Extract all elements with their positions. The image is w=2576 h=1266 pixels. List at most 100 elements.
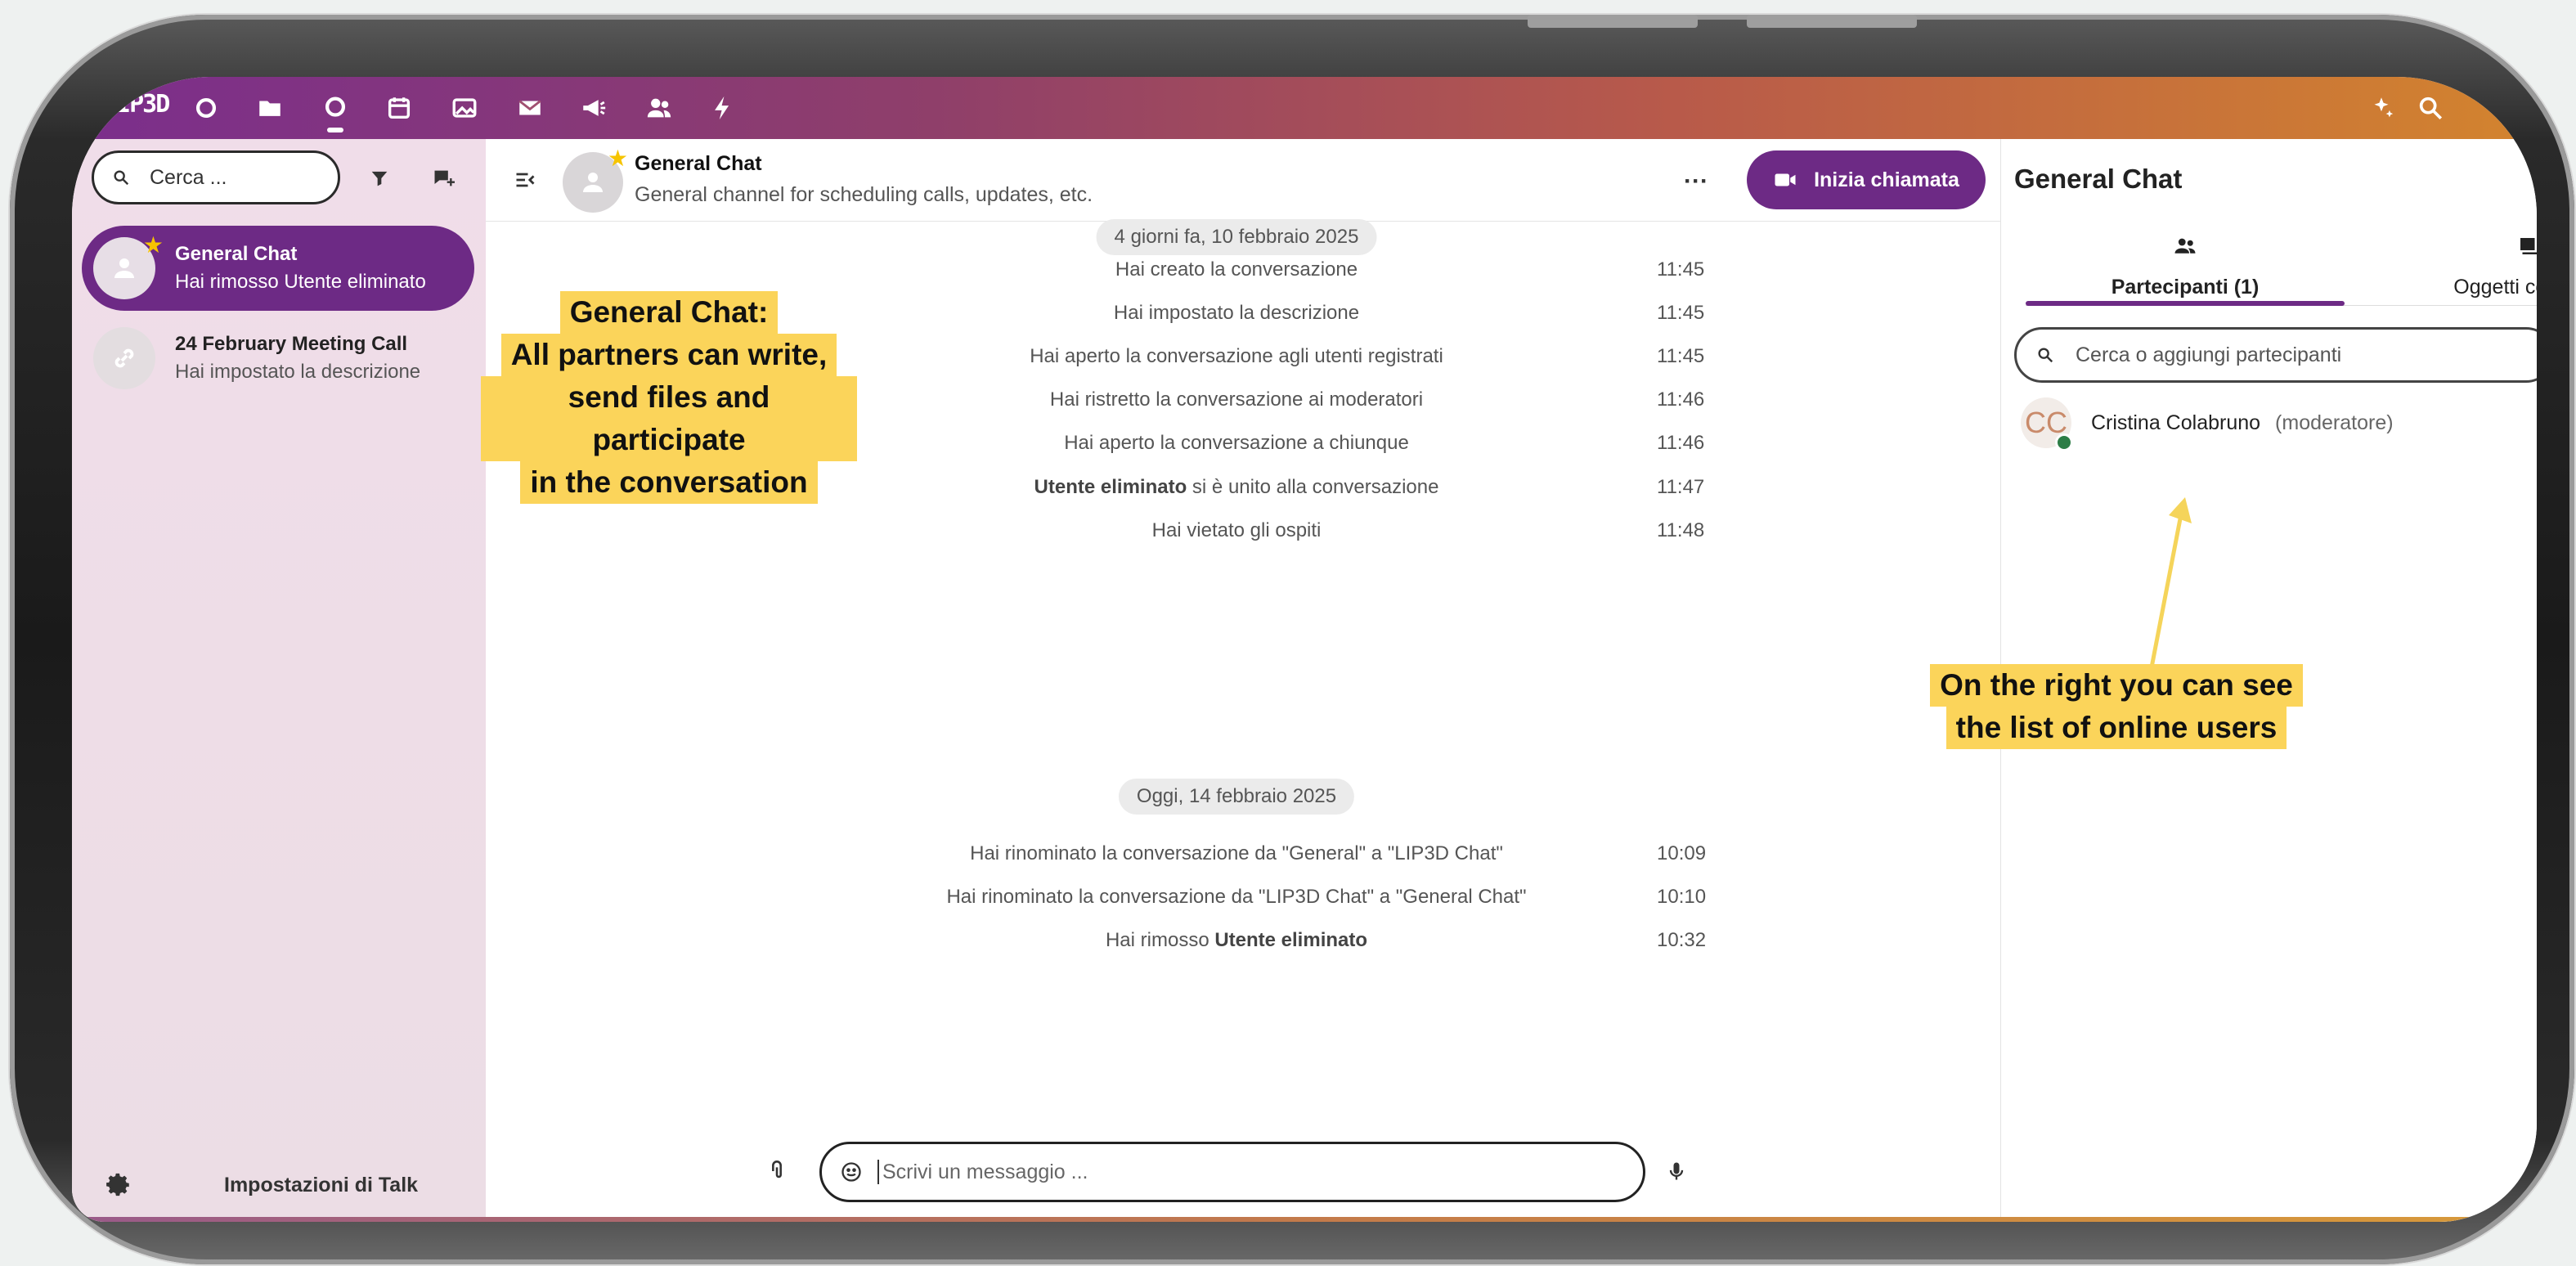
message-timestamp: 11:46 <box>1657 388 1705 411</box>
message-timestamp: 11:45 <box>1657 302 1705 324</box>
group-avatar: ★ <box>93 234 164 299</box>
system-message: Utente eliminato si è unito alla convers… <box>1034 476 1439 499</box>
avatar: CC <box>2021 397 2073 451</box>
system-message: Hai rinominato la conversazione da "Gene… <box>970 842 1503 865</box>
annotation-general-chat: General Chat: All partners can write, se… <box>481 291 857 504</box>
participant-search-input[interactable]: Cerca o aggiungi partecipanti <box>2014 327 2537 383</box>
system-message: Hai aperto la conversazione a chiunque <box>1064 432 1409 455</box>
conversation-search-input[interactable]: Cerca ... <box>92 150 340 204</box>
conversation-description: General channel for scheduling calls, up… <box>635 183 1093 206</box>
video-camera-icon <box>1775 173 1796 186</box>
files-icon[interactable] <box>249 87 291 129</box>
conversation-title: General Chat <box>635 152 762 175</box>
favorite-star-icon: ★ <box>142 232 164 258</box>
tab-participants-label: Partecipanti (1) <box>2111 276 2260 299</box>
participant-search-placeholder: Cerca o aggiungi partecipanti <box>2076 343 2342 366</box>
message-timestamp: 10:10 <box>1657 886 1707 908</box>
system-message: Hai rimosso Utente eliminato <box>1106 929 1367 952</box>
conversation-sidebar: Cerca ... ★ General Chat Hai rimosso Ute… <box>72 139 486 1222</box>
message-timestamp: 11:45 <box>1657 258 1705 281</box>
conversation-item-general-chat[interactable]: ★ General Chat Hai rimosso Utente elimin… <box>82 226 474 311</box>
message-text: Hai rinominato la conversazione da "Gene… <box>970 842 1503 864</box>
search-placeholder: Cerca ... <box>150 165 227 189</box>
microphone-icon[interactable] <box>1655 1150 1698 1192</box>
gear-icon <box>106 1173 129 1196</box>
message-timestamp: 11:46 <box>1657 432 1705 454</box>
system-message: Hai impostato la descrizione <box>1114 302 1359 325</box>
photos-icon[interactable] <box>443 87 486 129</box>
talk-settings-label: Impostazioni di Talk <box>224 1173 419 1196</box>
device-button <box>1747 15 1917 28</box>
message-timestamp: 11:47 <box>1657 476 1705 498</box>
assistant-icon[interactable] <box>2360 87 2403 129</box>
message-text: Hai rimosso <box>1105 929 1215 951</box>
panel-title: General Chat <box>2014 164 2183 194</box>
participant-name: Cristina Colabruno <box>2091 411 2261 434</box>
emoji-icon[interactable] <box>840 1160 863 1183</box>
new-conversation-icon[interactable] <box>422 157 464 200</box>
conversation-title: 24 February Meeting Call <box>175 333 408 355</box>
message-text: Hai vietato gli ospiti <box>1151 519 1322 541</box>
app-screen: LIP3D Cerca ... ★ General Chat Hai rimos… <box>72 77 2537 1222</box>
message-timestamp: 10:09 <box>1657 842 1707 864</box>
talk-icon[interactable] <box>314 87 357 132</box>
tab-shared-items[interactable]: Oggetti condivisi <box>2394 234 2537 299</box>
conversation-title: General Chat <box>175 243 298 265</box>
top-app-bar: LIP3D <box>72 77 2537 139</box>
composer-placeholder: Scrivi un messaggio ... <box>882 1160 1088 1183</box>
chat-header: ★ General Chat General channel for sched… <box>486 139 2000 222</box>
start-call-button[interactable]: Inizia chiamata <box>1747 150 1986 209</box>
message-text: Hai impostato la descrizione <box>1113 302 1360 324</box>
favorite-star-icon: ★ <box>607 146 628 171</box>
conversation-item-meeting-call[interactable]: 24 February Meeting Call Hai impostato l… <box>82 316 474 401</box>
more-actions-button[interactable]: ··· <box>1675 160 1717 203</box>
system-message: Hai aperto la conversazione agli utenti … <box>1030 345 1443 368</box>
text-caret <box>877 1160 879 1184</box>
conversation-avatar[interactable]: ★ <box>563 147 628 213</box>
activity-icon[interactable] <box>702 87 744 129</box>
annotation-online-users: On the right you can see the list of onl… <box>1920 664 2313 749</box>
message-text: Hai aperto la conversazione agli utenti … <box>1030 345 1443 367</box>
dashboard-icon[interactable] <box>185 87 227 129</box>
system-message: Hai ristretto la conversazione ai modera… <box>1050 388 1423 411</box>
contacts-icon[interactable] <box>638 87 680 129</box>
message-composer[interactable]: Scrivi un messaggio ... <box>819 1142 1645 1202</box>
tab-shared-items-label: Oggetti condivisi <box>2453 276 2537 299</box>
search-icon[interactable] <box>2409 87 2452 129</box>
tab-participants[interactable]: Partecipanti (1) <box>2026 234 2345 299</box>
user-mention: Utente eliminato <box>1214 929 1368 951</box>
talk-settings-button[interactable]: Impostazioni di Talk <box>105 1171 418 1199</box>
search-icon <box>114 170 129 186</box>
participant-role: (moderatore) <box>2275 411 2394 434</box>
start-call-label: Inizia chiamata <box>1814 168 1959 191</box>
active-app-indicator <box>327 128 343 132</box>
system-message: Hai creato la conversazione <box>1115 258 1358 281</box>
online-status-indicator <box>2055 433 2073 451</box>
calendar-icon[interactable] <box>378 87 420 129</box>
filter-icon[interactable] <box>358 157 401 200</box>
conversation-last-message: Hai impostato la descrizione <box>175 361 421 383</box>
system-message: Hai vietato gli ospiti <box>1152 519 1322 542</box>
message-timestamp: 11:48 <box>1657 519 1705 541</box>
date-separator: Oggi, 14 febbraio 2025 <box>1118 779 1355 815</box>
message-text: Hai ristretto la conversazione ai modera… <box>1049 388 1424 411</box>
mail-icon[interactable] <box>509 87 551 129</box>
participant-item[interactable]: CC Cristina Colabruno (moderatore) <box>2021 397 2394 451</box>
link-avatar <box>93 327 155 389</box>
device-button <box>1528 15 1698 28</box>
conversation-last-message: Hai rimosso Utente eliminato <box>175 271 426 293</box>
message-timestamp: 11:45 <box>1657 345 1705 367</box>
message-text: Hai creato la conversazione <box>1115 258 1358 281</box>
announcements-icon[interactable] <box>572 87 615 129</box>
message-text: si è unito alla conversazione <box>1187 476 1439 498</box>
message-timestamp: 10:32 <box>1657 929 1707 951</box>
device-frame: LIP3D Cerca ... ★ General Chat Hai rimos… <box>10 15 2574 1264</box>
toggle-sidebar-icon[interactable] <box>504 159 546 201</box>
message-text: Hai aperto la conversazione a chiunque <box>1064 432 1409 454</box>
date-separator: 4 giorni fa, 10 febbraio 2025 <box>1096 219 1377 255</box>
logo[interactable]: LIP3D <box>103 90 170 126</box>
system-message: Hai rinominato la conversazione da "LIP3… <box>946 886 1526 909</box>
message-text: Hai rinominato la conversazione da "LIP3… <box>946 886 1527 908</box>
attachment-icon[interactable] <box>756 1150 798 1192</box>
user-mention: Utente eliminato <box>1034 476 1187 498</box>
